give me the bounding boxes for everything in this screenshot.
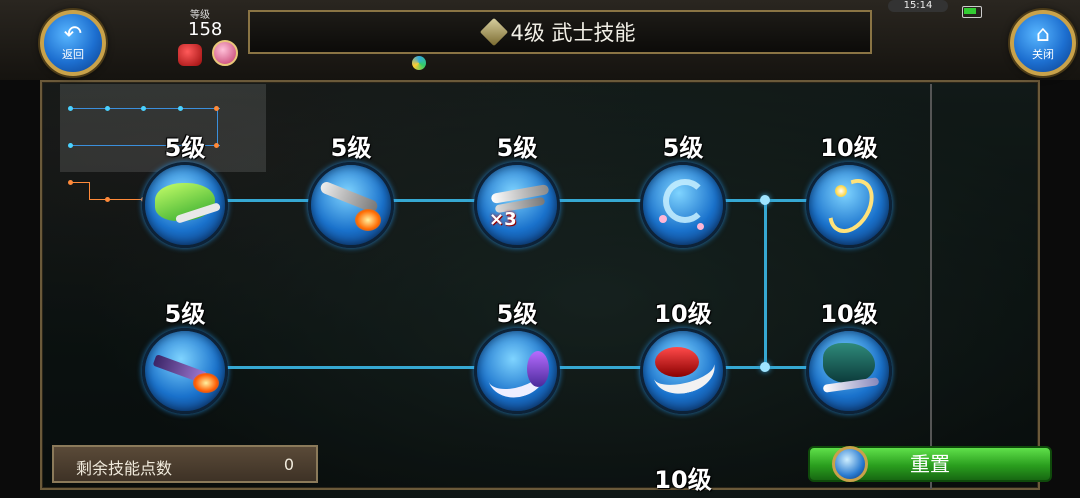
skill-required-level: 5级 [164, 134, 206, 162]
overlay-dot [68, 180, 73, 185]
skill-node[interactable]: 5级 [140, 134, 230, 248]
skill-required-level: 5级 [164, 300, 206, 328]
skill-required-level: 10级 [820, 134, 878, 162]
panel-divider [930, 84, 932, 489]
overlay-dot [105, 197, 110, 202]
skill-points-value: 0 [283, 455, 294, 474]
overlay-line [89, 182, 90, 199]
skill-node[interactable]: 10级 [804, 300, 894, 414]
level-value: 158 [188, 19, 223, 40]
petal-whirl-skill-icon [640, 162, 726, 248]
title-bar: 4级 武士技能 [248, 10, 872, 54]
back-button-label: 返回 [62, 48, 84, 61]
skill-node[interactable]: 5级 [140, 300, 230, 414]
green-slash-skill-icon [142, 162, 228, 248]
skill-node[interactable]: 5级 [472, 300, 562, 414]
skill-node[interactable]: 10级 [804, 134, 894, 248]
skill-node[interactable]: 5级 [638, 134, 728, 248]
crossed-swords-icon [480, 17, 509, 47]
skill-required-level: 5级 [330, 134, 372, 162]
skill-required-level: 5级 [496, 300, 538, 328]
purple-crescent-skill-icon [474, 328, 560, 414]
close-button-label: 关闭 [1032, 48, 1054, 61]
gem-indicator-icon [412, 56, 426, 70]
gem-icon [832, 446, 868, 482]
skill-required-level: 5级 [662, 134, 704, 162]
connector-vertical [764, 200, 767, 368]
right-edge [1040, 80, 1080, 498]
sword-hilt-skill-icon [142, 328, 228, 414]
junction-dot [760, 195, 770, 205]
skill-points-label: 剩余技能点数 [76, 459, 173, 478]
overlay-dot [68, 106, 73, 111]
connector-row-2 [183, 366, 685, 369]
home-icon: ⌂ [1036, 22, 1050, 47]
reset-button[interactable]: 重置 [808, 446, 1052, 482]
crimson-slash-skill-icon [640, 328, 726, 414]
overlay-dot [178, 106, 183, 111]
red-bag-icon[interactable] [178, 44, 202, 66]
overlay-line [70, 182, 90, 183]
overlay-dot [68, 143, 73, 148]
player-level: 等级 158 [160, 6, 230, 42]
x3-badge: ×3 [489, 209, 517, 230]
back-button[interactable]: ↶ 返回 [40, 10, 106, 76]
skill-required-level: 10级 [820, 300, 878, 328]
skill-node[interactable]: 5级 ×3 [472, 134, 562, 248]
dragon-blade-skill-icon [806, 328, 892, 414]
overlay-dot [105, 106, 110, 111]
starlight-slash-skill-icon [806, 162, 892, 248]
page-title: 4级 武士技能 [510, 21, 636, 45]
gift-icon[interactable] [212, 40, 238, 66]
skill-node[interactable]: 5级 [306, 134, 396, 248]
skill-points-panel: 剩余技能点数 0 [52, 445, 318, 483]
battery-icon [962, 6, 982, 18]
junction-dot [760, 362, 770, 372]
clock: 15:14 [888, 0, 948, 12]
triple-blade-skill-icon: ×3 [474, 162, 560, 248]
overlay-dot [141, 106, 146, 111]
skill-node[interactable]: 10级 [638, 300, 728, 414]
skill-required-level: 5级 [496, 134, 538, 162]
skill-required-level: 10级 [654, 300, 712, 328]
close-button[interactable]: ⌂ 关闭 [1010, 10, 1076, 76]
overlay-dot [214, 106, 219, 111]
left-edge [0, 80, 40, 498]
back-arrow-icon: ↶ [63, 22, 83, 47]
skill-required-level: 10级 [654, 466, 712, 494]
blade-strike-skill-icon [308, 162, 394, 248]
reset-button-label: 重置 [910, 452, 950, 476]
skill-node[interactable]: 10级 [638, 466, 728, 498]
